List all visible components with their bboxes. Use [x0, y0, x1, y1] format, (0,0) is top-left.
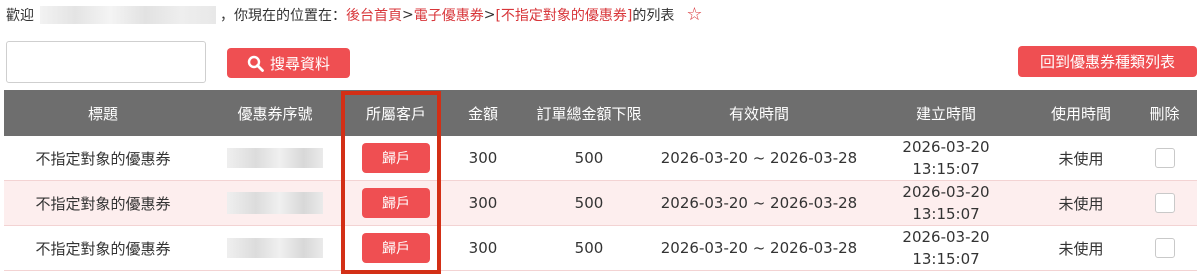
- customer-cell: 歸戶: [348, 226, 444, 270]
- coupon-valid-period: 2026-03-20 ~ 2026-03-28: [660, 194, 858, 212]
- created-time: 13:15:07: [912, 160, 980, 178]
- table-row: 不指定對象的優惠券 歸戶 300 500 2026-03-20 ~ 2026-0…: [4, 181, 1197, 226]
- coupon-used-status: 未使用: [1058, 239, 1104, 258]
- coupon-amount: 300: [468, 239, 498, 257]
- star-outline-icon[interactable]: ☆: [686, 6, 702, 24]
- breadcrumb-home-link[interactable]: 後台首頁: [346, 5, 402, 25]
- coupon-valid-period: 2026-03-20 ~ 2026-03-28: [660, 149, 858, 167]
- coupon-used-status: 未使用: [1058, 194, 1104, 213]
- header-title: 標題: [87, 104, 118, 123]
- location-prefix: ，你現在的位置在：: [220, 8, 346, 24]
- breadcrumb-current: [不指定對象的優惠券]: [495, 8, 633, 24]
- assign-customer-button[interactable]: 歸戶: [362, 233, 430, 263]
- breadcrumb: 歡迎 ，你現在的位置在： 後台首頁 > 電子優惠券 > [不指定對象的優惠券] …: [6, 5, 703, 25]
- coupon-used-status: 未使用: [1058, 149, 1104, 168]
- table-header: 標題 優惠券序號 所屬客戶 金額 訂單總金額下限 有效時間 建立時間 使用時間 …: [4, 90, 1197, 136]
- back-button-label: 回到優惠券種類列表: [1039, 53, 1175, 71]
- serial-redacted: [227, 192, 323, 214]
- coupon-created-time: 2026-03-20 13:15:07: [862, 136, 1030, 180]
- search-button[interactable]: 搜尋資料: [227, 48, 350, 78]
- customer-cell: 歸戶: [348, 181, 444, 225]
- delete-checkbox[interactable]: [1154, 193, 1175, 213]
- coupon-title: 不指定對象的優惠券: [35, 239, 171, 258]
- username-redacted: [40, 6, 216, 24]
- breadcrumb-coupon-link[interactable]: 電子優惠券: [414, 5, 484, 25]
- header-customer: 所屬客戶: [365, 104, 426, 123]
- search-button-label: 搜尋資料: [269, 54, 330, 73]
- coupon-table: 標題 優惠券序號 所屬客戶 金額 訂單總金額下限 有效時間 建立時間 使用時間 …: [4, 90, 1197, 271]
- header-valid-period: 有效時間: [728, 104, 789, 123]
- breadcrumb-suffix: 的列表: [632, 8, 675, 24]
- customer-cell: 歸戶: [348, 136, 444, 180]
- delete-checkbox[interactable]: [1154, 148, 1175, 168]
- coupon-min-order: 500: [574, 149, 604, 167]
- header-min-order: 訂單總金額下限: [536, 104, 642, 123]
- coupon-amount: 300: [468, 194, 498, 212]
- header-created-time: 建立時間: [915, 104, 976, 123]
- table-row: 不指定對象的優惠券 歸戶 300 500 2026-03-20 ~ 2026-0…: [4, 226, 1197, 271]
- header-serial: 優惠券序號: [237, 104, 313, 123]
- delete-checkbox[interactable]: [1154, 238, 1175, 258]
- created-time: 13:15:07: [912, 205, 980, 223]
- header-delete: 刪除: [1149, 104, 1180, 123]
- assign-customer-button[interactable]: 歸戶: [362, 143, 430, 173]
- coupon-created-time: 2026-03-20 13:15:07: [862, 181, 1030, 225]
- delete-cell: [1132, 136, 1197, 180]
- assign-customer-button[interactable]: 歸戶: [362, 188, 430, 218]
- back-to-coupon-types-button[interactable]: 回到優惠券種類列表: [1018, 46, 1197, 77]
- header-amount: 金額: [467, 104, 498, 123]
- coupon-serial: [202, 181, 348, 225]
- created-date: 2026-03-20: [902, 138, 990, 156]
- coupon-serial: [202, 226, 348, 270]
- coupon-min-order: 500: [574, 239, 604, 257]
- header-used-time: 使用時間: [1050, 104, 1111, 123]
- serial-redacted: [227, 238, 323, 258]
- serial-redacted: [227, 148, 323, 168]
- coupon-title: 不指定對象的優惠券: [35, 149, 171, 168]
- coupon-title: 不指定對象的優惠券: [35, 194, 171, 213]
- created-date: 2026-03-20: [902, 183, 990, 201]
- created-time: 13:15:07: [912, 250, 980, 268]
- delete-cell: [1132, 226, 1197, 270]
- delete-cell: [1132, 181, 1197, 225]
- welcome-text: 歡迎: [6, 8, 34, 24]
- created-date: 2026-03-20: [902, 228, 990, 246]
- breadcrumb-separator: >: [483, 7, 496, 23]
- breadcrumb-separator: >: [402, 7, 414, 23]
- search-icon: [247, 55, 264, 72]
- coupon-valid-period: 2026-03-20 ~ 2026-03-28: [660, 239, 858, 257]
- coupon-serial: [202, 136, 348, 180]
- coupon-amount: 300: [468, 149, 498, 167]
- coupon-min-order: 500: [574, 194, 604, 212]
- search-input[interactable]: [6, 41, 206, 83]
- coupon-created-time: 2026-03-20 13:15:07: [862, 226, 1030, 270]
- table-row: 不指定對象的優惠券 歸戶 300 500 2026-03-20 ~ 2026-0…: [4, 136, 1197, 181]
